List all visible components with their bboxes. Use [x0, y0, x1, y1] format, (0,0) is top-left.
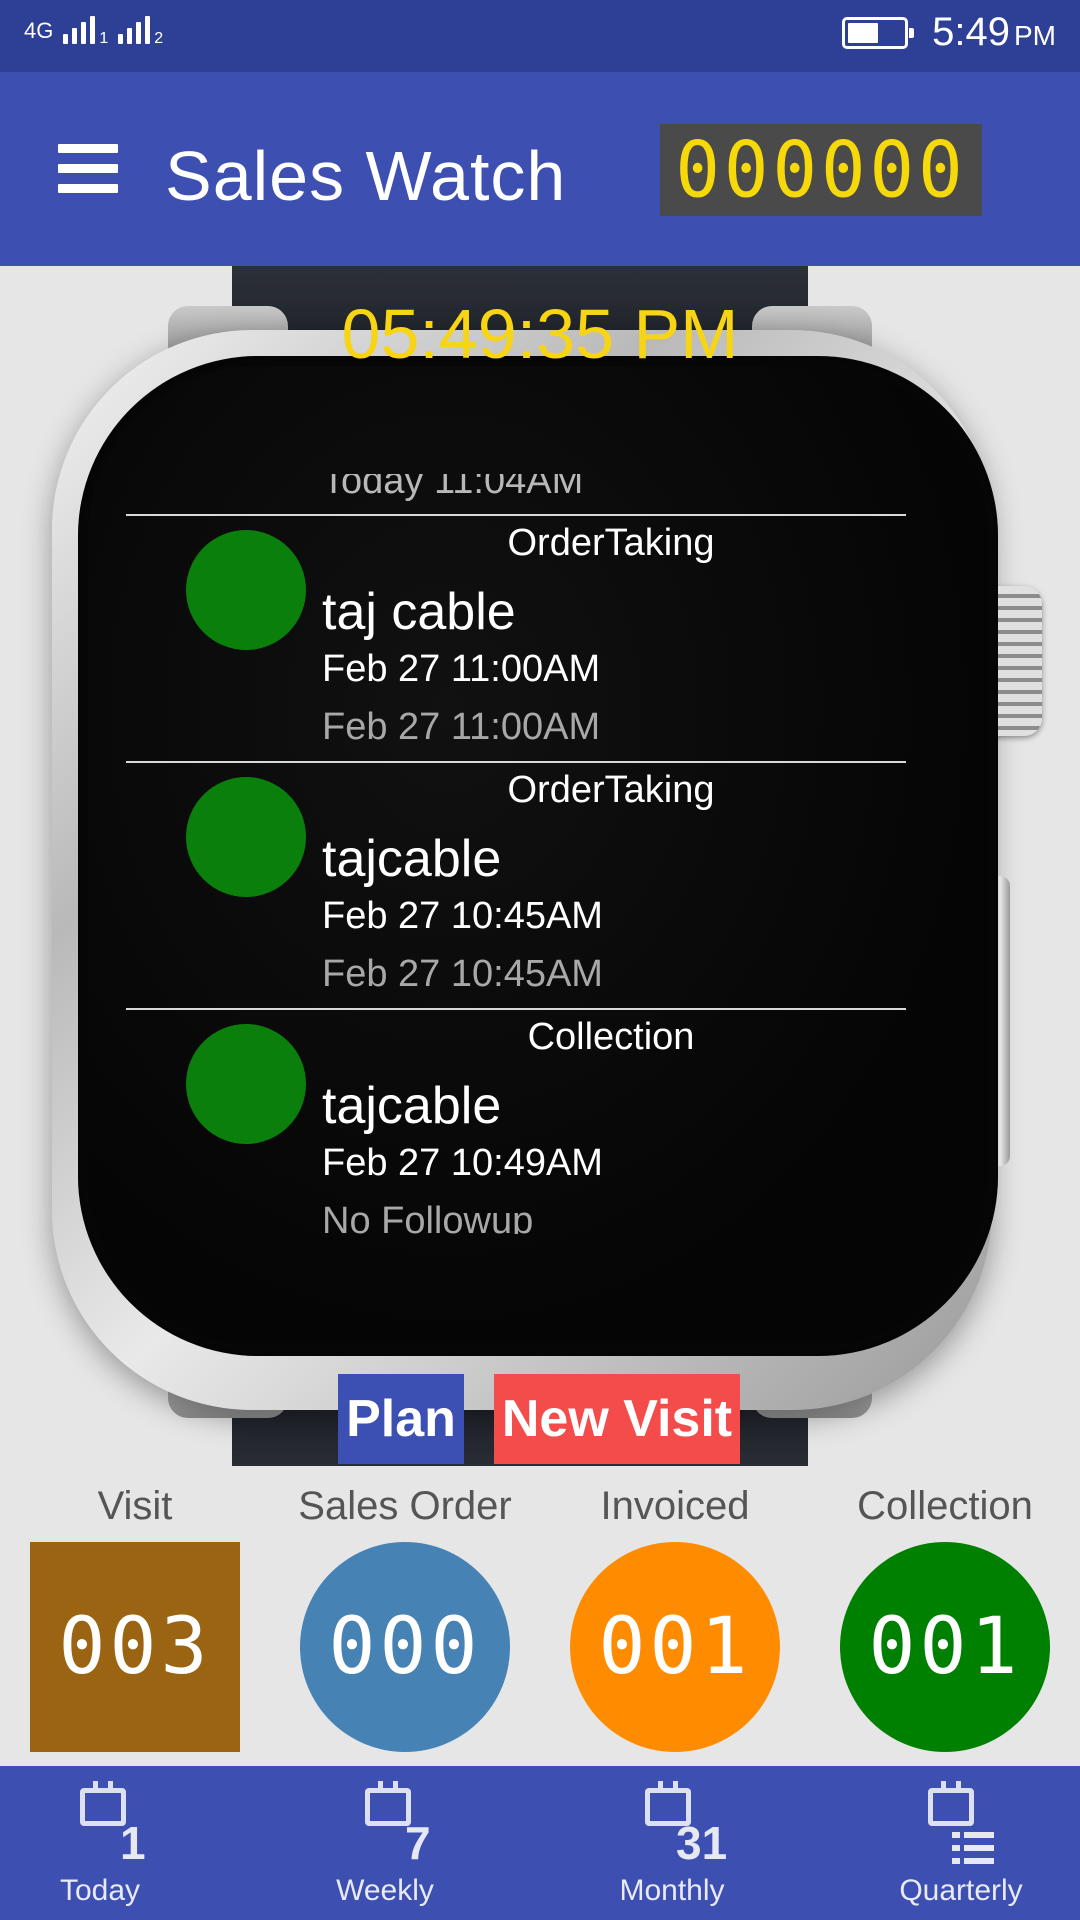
visit-followup: No Followup	[322, 1200, 534, 1234]
network-type-label: 4G	[24, 18, 54, 43]
visit-customer-name: tajcable	[322, 830, 502, 888]
nav-badge: 1	[120, 1817, 146, 1869]
counter-value: 000000	[675, 124, 967, 216]
stat-value: 003	[58, 1602, 212, 1692]
visit-followup: Feb 27 11:00AM	[322, 706, 601, 748]
stat-label: Collection	[857, 1484, 1033, 1528]
visit-type: OrderTaking	[507, 522, 715, 564]
stat-invoiced-counter[interactable]: 001	[570, 1542, 780, 1752]
stat-label: Visit	[97, 1484, 173, 1528]
counter-display: 000000	[660, 124, 982, 216]
stat-invoiced: Invoiced 001	[540, 1466, 810, 1766]
signal-sim2-icon: 2	[118, 14, 163, 47]
visit-followup: Feb 27 10:45AM	[322, 953, 603, 995]
nav-quarterly[interactable]: Quarterly	[810, 1766, 1080, 1920]
nav-label: Today	[59, 1874, 141, 1907]
signal-indicators: 4G 1 2	[24, 14, 163, 47]
visit-item[interactable]: Collection tajcable Feb 27 10:49AM No Fo…	[126, 1010, 906, 1234]
stat-value: 001	[598, 1602, 752, 1692]
status-ampm: PM	[1014, 20, 1056, 51]
watch-area: 05:49:35 PM Today 11:04AM OrderTaking ta…	[0, 266, 1080, 1466]
stat-collection: Collection 001	[810, 1466, 1080, 1766]
stat-visit-counter[interactable]: 003	[30, 1542, 240, 1752]
status-clock: 5:49 PM	[932, 10, 1056, 55]
nav-label: Quarterly	[899, 1874, 1023, 1907]
plan-button[interactable]: Plan	[338, 1374, 464, 1464]
watch-time: 05:49:35 PM	[341, 295, 739, 373]
stat-value: 001	[868, 1602, 1022, 1692]
visit-item[interactable]: OrderTaking tajcable Feb 27 10:45AM Feb …	[126, 763, 906, 1009]
nav-badge: 31	[676, 1817, 728, 1869]
stat-visit: Visit 003	[0, 1466, 270, 1766]
stat-label: Invoiced	[600, 1484, 750, 1528]
new-visit-button[interactable]: New Visit	[494, 1374, 740, 1464]
visit-item[interactable]: OrderTaking taj cable Feb 27 11:00AM Feb…	[126, 516, 906, 762]
signal-sim1-icon: 1	[63, 14, 108, 47]
calendar-list-icon	[928, 1781, 974, 1826]
status-bar: 4G 1 2 5:49 PM	[0, 0, 1080, 72]
visit-customer-name: taj cable	[322, 583, 516, 641]
battery-icon	[842, 16, 915, 49]
visit-time: Feb 27 11:00AM	[322, 648, 601, 690]
stats-bar: Visit 003 Sales Order 000 Invoiced 001 C…	[0, 1466, 1080, 1766]
status-time: 5:49	[932, 10, 1010, 54]
nav-label: Monthly	[619, 1874, 725, 1907]
nav-badge: 7	[405, 1817, 431, 1869]
hamburger-menu-icon[interactable]	[58, 144, 118, 194]
sim2-label: 2	[154, 30, 164, 47]
stat-sales-order-counter[interactable]: 000	[300, 1542, 510, 1752]
nav-today[interactable]: 1 Today	[0, 1766, 270, 1920]
nav-monthly[interactable]: 31 Monthly	[540, 1766, 810, 1920]
nav-label: Weekly	[336, 1874, 434, 1907]
nav-weekly[interactable]: 7 Weekly	[270, 1766, 540, 1920]
visit-list[interactable]: Today 11:04AM OrderTaking taj cable Feb …	[126, 464, 906, 1234]
app-bar: Sales Watch 000000	[0, 72, 1080, 266]
stat-label: Sales Order	[298, 1484, 512, 1528]
sim1-label: 1	[99, 30, 109, 47]
stat-collection-counter[interactable]: 001	[840, 1542, 1050, 1752]
battery-level	[848, 22, 878, 43]
visit-time: Feb 27 10:49AM	[322, 1142, 603, 1184]
stat-sales-order: Sales Order 000	[270, 1466, 540, 1766]
bottom-nav: 1 Today 7 Weekly 31 Monthly Quarterly	[0, 1766, 1080, 1920]
visit-type: Collection	[527, 1016, 695, 1058]
list-icon	[952, 1830, 994, 1866]
visit-customer-name: tajcable	[322, 1077, 502, 1135]
previous-entry-followup: Today 11:04AM	[322, 464, 584, 502]
visit-time: Feb 27 10:45AM	[322, 895, 603, 937]
visit-type: OrderTaking	[507, 769, 715, 811]
stat-value: 000	[328, 1602, 482, 1692]
app-title: Sales Watch	[165, 137, 567, 215]
